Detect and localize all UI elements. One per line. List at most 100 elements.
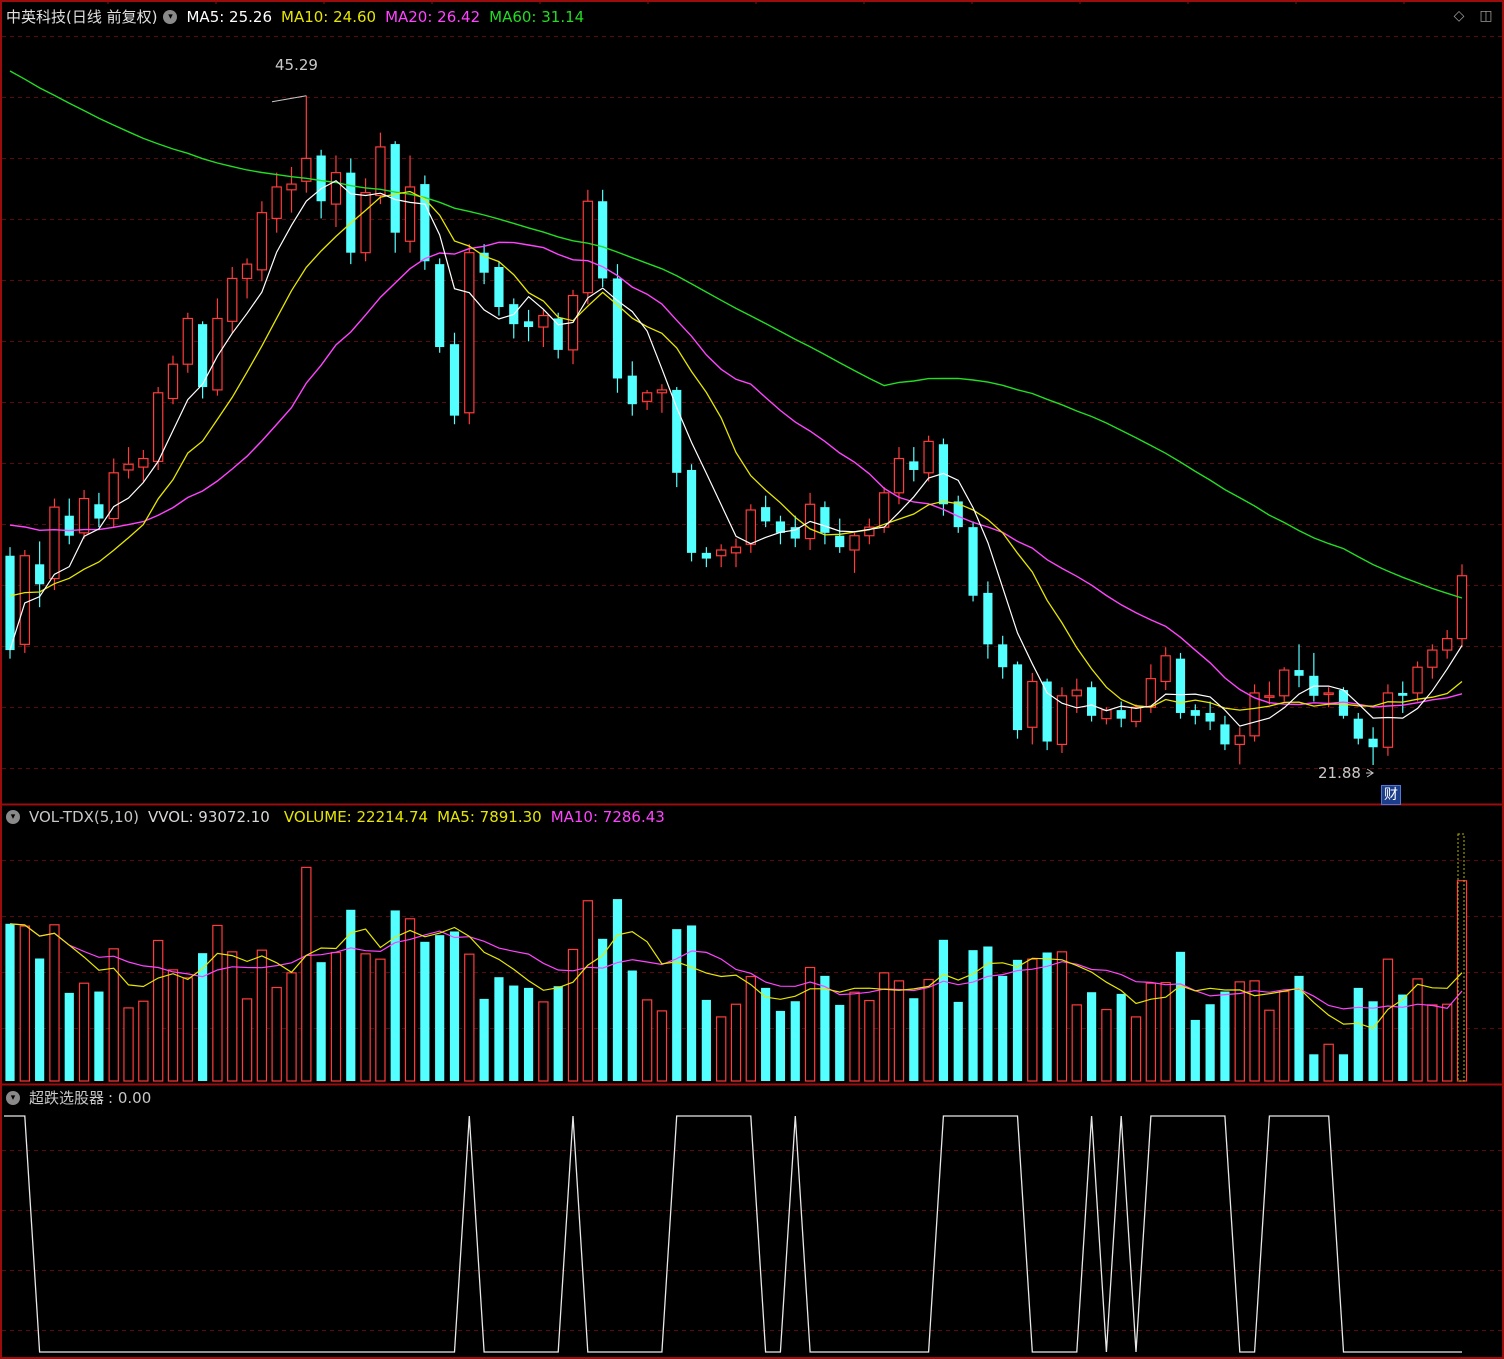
high-marker [271, 95, 307, 103]
volume-bar-up [1456, 880, 1468, 1082]
candle-body-down [775, 521, 786, 533]
candle-body-down [983, 592, 993, 645]
stock-title[interactable]: 中英科技(日线 前复权) [6, 7, 157, 27]
volume-bar-down [998, 975, 1008, 1081]
volume-bar-up [138, 1000, 149, 1082]
high-price-label: 45.29 [275, 56, 318, 74]
volume-bar-down [523, 987, 534, 1081]
volume-bar-down [701, 999, 711, 1081]
candle-body-up [878, 492, 890, 528]
volume-bar-down [1086, 992, 1097, 1081]
candle-body-up [19, 555, 31, 645]
volume-bar-down [983, 946, 993, 1081]
candle-body-up [138, 457, 149, 468]
volume-bar-down [420, 941, 430, 1081]
volume-bar-up [1382, 958, 1394, 1082]
candle-body-up [582, 200, 594, 294]
candle-body-down [94, 504, 104, 519]
volume-value: VOLUME: 22214.74 [283, 808, 429, 826]
volume-bar-down [909, 998, 919, 1081]
candle-body-up [360, 192, 371, 254]
candle-body-down [1116, 710, 1126, 719]
volume-bar-down [94, 991, 104, 1081]
candle-body-up [656, 389, 668, 394]
ma60-line [9, 70, 1463, 599]
volume-indicator-title[interactable]: VOL-TDX(5,10) [29, 807, 139, 827]
volume-bar-up [271, 986, 282, 1082]
volume-bar-up [582, 900, 594, 1082]
candle-body-down [1012, 664, 1023, 731]
candle-body-up [1279, 669, 1290, 697]
volume-bar-down [820, 975, 830, 1081]
chevron-down-icon[interactable]: ▾ [6, 810, 20, 824]
candle-body-up [212, 317, 223, 391]
candle-body-up [330, 172, 342, 205]
candle-body-down [1353, 718, 1363, 739]
financial-report-badge[interactable]: 财 [1381, 785, 1401, 805]
volume-bar-up [804, 966, 816, 1082]
volume-bar-up [849, 991, 860, 1082]
volume-bar-up [730, 1003, 742, 1082]
volume-bar-up [286, 972, 297, 1082]
candle-body-down [390, 144, 400, 233]
volume-bar-up [1427, 1004, 1438, 1082]
candle-body-down [820, 507, 830, 533]
volume-bar-down [938, 939, 949, 1081]
volume-bar-up [256, 949, 268, 1082]
volume-bar-up [1323, 1043, 1334, 1082]
candle-body-down [316, 155, 326, 202]
signal-indicator-title[interactable]: 超跌选股器 [29, 1088, 104, 1108]
volume-bar-down [1338, 1054, 1349, 1081]
volume-bar-up [19, 925, 31, 1082]
volume-bar-down [1042, 952, 1052, 1081]
volume-bar-down [449, 931, 460, 1081]
candle-body-down [523, 321, 534, 328]
candle-body-up [182, 317, 193, 365]
stock-chart-canvas[interactable] [0, 0, 1504, 1359]
maximize-icon[interactable]: ◫ [1478, 8, 1494, 24]
volume-bar-up [123, 1007, 134, 1082]
candle-body-down [1190, 710, 1200, 716]
candle-body-down [1175, 658, 1186, 713]
restore-icon[interactable]: ◇ [1451, 8, 1467, 24]
candle-body-down [612, 278, 623, 379]
volume-bar-down [1116, 993, 1126, 1081]
candle-body-up [1264, 695, 1275, 698]
volume-bar-down [1353, 987, 1363, 1081]
candle-body-down [1086, 687, 1097, 716]
volume-bar-up [1145, 982, 1157, 1082]
volume-bar-up [1027, 958, 1038, 1082]
volume-bar-up [152, 939, 164, 1082]
volume-bar-up [227, 951, 238, 1082]
candle-body-up [123, 463, 134, 471]
candle-body-up [271, 186, 282, 219]
chevron-down-icon[interactable]: ▾ [6, 1091, 20, 1105]
candle-body-up [227, 277, 238, 322]
volume-bar-up [212, 924, 223, 1082]
chevron-down-icon[interactable]: ▾ [163, 10, 178, 24]
volume-bar-up [864, 999, 875, 1082]
candle-body-down [64, 515, 74, 536]
volume-bar-up [538, 1001, 549, 1082]
candle-body-up [1101, 709, 1112, 720]
volume-bar-down [627, 970, 637, 1081]
candle-body-up [152, 392, 164, 462]
volume-bar-down [598, 938, 608, 1081]
candle-body-up [893, 457, 905, 494]
volume-bar-up [301, 866, 312, 1082]
signal-value: : 0.00 [108, 1089, 152, 1107]
volume-bar-down [509, 985, 519, 1081]
volume-bar-down [5, 923, 15, 1081]
candle-body-up [538, 314, 549, 328]
volume-bar-down [775, 1010, 786, 1081]
candle-body-down [435, 264, 445, 348]
candle-body-up [464, 252, 475, 414]
volume-bar-up [923, 978, 934, 1082]
candle-body-down [761, 507, 771, 522]
volume-bar-down [64, 992, 74, 1081]
volume-bar-up [1101, 1008, 1112, 1082]
volume-bar-up [330, 951, 342, 1082]
volume-bar-up [1071, 1004, 1082, 1082]
candle-body-down [672, 389, 682, 473]
candle-body-down [701, 552, 711, 559]
